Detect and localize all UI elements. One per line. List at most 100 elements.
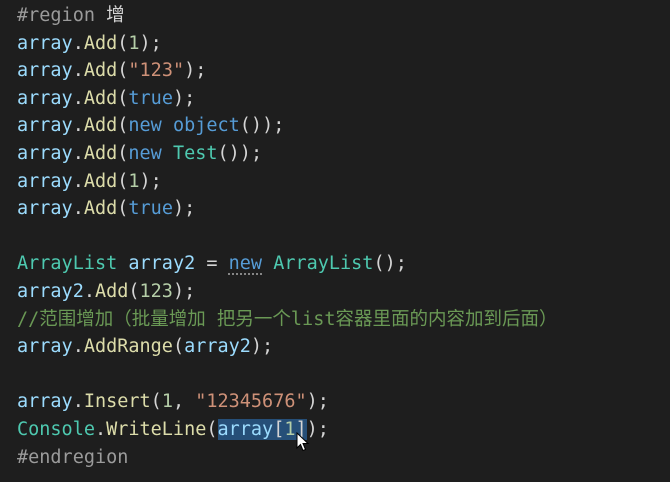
code-line[interactable]: //范围增加（批量增加 把另一个list容器里面的内容加到后面） — [17, 306, 670, 334]
code-line[interactable]: array.Add("123"); — [17, 57, 670, 85]
selected-token: array — [217, 418, 274, 440]
code-token: ); — [250, 336, 274, 358]
code-token: array — [17, 32, 73, 54]
code-token: AddRange — [83, 336, 173, 358]
code-line[interactable] — [17, 223, 670, 251]
code-line[interactable]: array.Add(1); — [17, 30, 670, 58]
code-token: array2 — [128, 253, 196, 275]
code-token: ( — [150, 391, 162, 413]
code-token: 1 — [161, 391, 173, 413]
code-token: ArrayList — [17, 253, 118, 275]
code-token: new — [128, 115, 162, 137]
code-token: ); — [172, 87, 196, 109]
code-line[interactable]: array.Add(true); — [17, 195, 670, 223]
code-token: array — [17, 142, 73, 164]
code-editor[interactable]: #region 增 array.Add(1); array.Add("123"); a… — [0, 0, 670, 482]
code-token: array — [17, 391, 73, 413]
code-token: Add — [83, 87, 118, 109]
code-token: . — [72, 60, 84, 82]
code-token: 增 — [94, 5, 125, 26]
code-token: 1 — [128, 32, 140, 54]
code-token: ArrayList — [273, 253, 374, 275]
code-token: Add — [83, 142, 118, 164]
code-token: ( — [172, 336, 185, 358]
code-token: 1 — [128, 170, 140, 192]
code-line[interactable]: array.Add(1); — [17, 168, 670, 196]
code-token: WriteLine — [106, 418, 207, 440]
code-token: ); — [184, 60, 207, 82]
code-token: Console — [17, 418, 95, 440]
code-token: Insert — [83, 391, 151, 413]
code-token: . — [72, 32, 84, 54]
code-token: #region — [17, 5, 95, 26]
code-line[interactable]: array.AddRange(array2); — [17, 333, 670, 361]
code-token: new — [228, 253, 263, 275]
code-token: object — [172, 115, 240, 137]
selected-token: [ — [273, 418, 285, 440]
code-line[interactable]: array2.Add(123); — [17, 278, 670, 306]
code-token: array — [17, 60, 73, 82]
code-token: ( — [117, 115, 129, 137]
code-token: . — [72, 198, 84, 220]
code-token: . — [72, 336, 84, 358]
code-token: = — [195, 253, 229, 275]
code-token: Add — [83, 198, 118, 220]
code-token: Add — [94, 280, 129, 302]
code-token: Test — [172, 142, 218, 164]
code-token: Add — [83, 170, 118, 192]
code-line[interactable]: #region 增 — [17, 2, 670, 30]
code-token: . — [72, 391, 84, 413]
code-token: ); — [172, 280, 196, 302]
code-token: Add — [83, 32, 118, 54]
code-line[interactable]: array.Add(new object()); — [17, 112, 670, 140]
code-line[interactable] — [17, 361, 670, 389]
code-token: (); — [373, 253, 407, 275]
code-token: ( — [206, 418, 218, 440]
code-line[interactable]: array.Add(new Test()); — [17, 140, 670, 168]
code-token: true — [128, 87, 173, 109]
code-token: . — [83, 280, 95, 302]
code-token: ()); — [217, 142, 263, 164]
code-token: ); — [139, 32, 162, 54]
code-token: ); — [306, 391, 329, 413]
code-line[interactable]: #endregion — [17, 444, 670, 472]
code-token: array — [17, 87, 73, 109]
code-token: ( — [117, 87, 129, 109]
code-token: "12345676" — [195, 391, 307, 413]
code-token: array — [17, 115, 73, 137]
code-token: . — [72, 142, 84, 164]
code-line[interactable]: array.Add(true); — [17, 85, 670, 113]
code-line[interactable]: Console.WriteLine(array[1]); — [17, 416, 670, 444]
code-token: #endregion — [17, 446, 129, 468]
selected-token: 1 — [284, 418, 296, 440]
code-token: ( — [117, 32, 129, 54]
code-token: array — [17, 198, 73, 220]
code-token: ( — [117, 142, 129, 164]
code-line[interactable]: array.Insert(1, "12345676"); — [17, 388, 670, 416]
code-token: array2 — [17, 280, 84, 302]
code-line[interactable]: ArrayList array2 = new ArrayList(); — [17, 250, 670, 278]
code-token: . — [72, 170, 84, 192]
code-token: array2 — [184, 336, 251, 358]
code-token: . — [72, 115, 84, 137]
code-token: ( — [117, 198, 129, 220]
code-token: . — [94, 418, 107, 440]
code-token: array — [17, 336, 73, 358]
code-token: , — [172, 391, 196, 413]
code-token: ( — [117, 170, 129, 192]
code-token: ()); — [239, 115, 285, 137]
code-token: 123 — [139, 280, 173, 302]
code-token: . — [72, 87, 84, 109]
code-token: ( — [128, 280, 140, 302]
code-token: ); — [139, 170, 162, 192]
code-token: ( — [117, 60, 129, 82]
code-token: Add — [83, 115, 118, 137]
code-token: //范围增加（批量增加 把另一个list容器里面的内容加到后面） — [17, 308, 558, 330]
code-token: new — [128, 142, 162, 164]
code-token: Add — [83, 60, 118, 82]
code-token: ); — [172, 198, 196, 220]
